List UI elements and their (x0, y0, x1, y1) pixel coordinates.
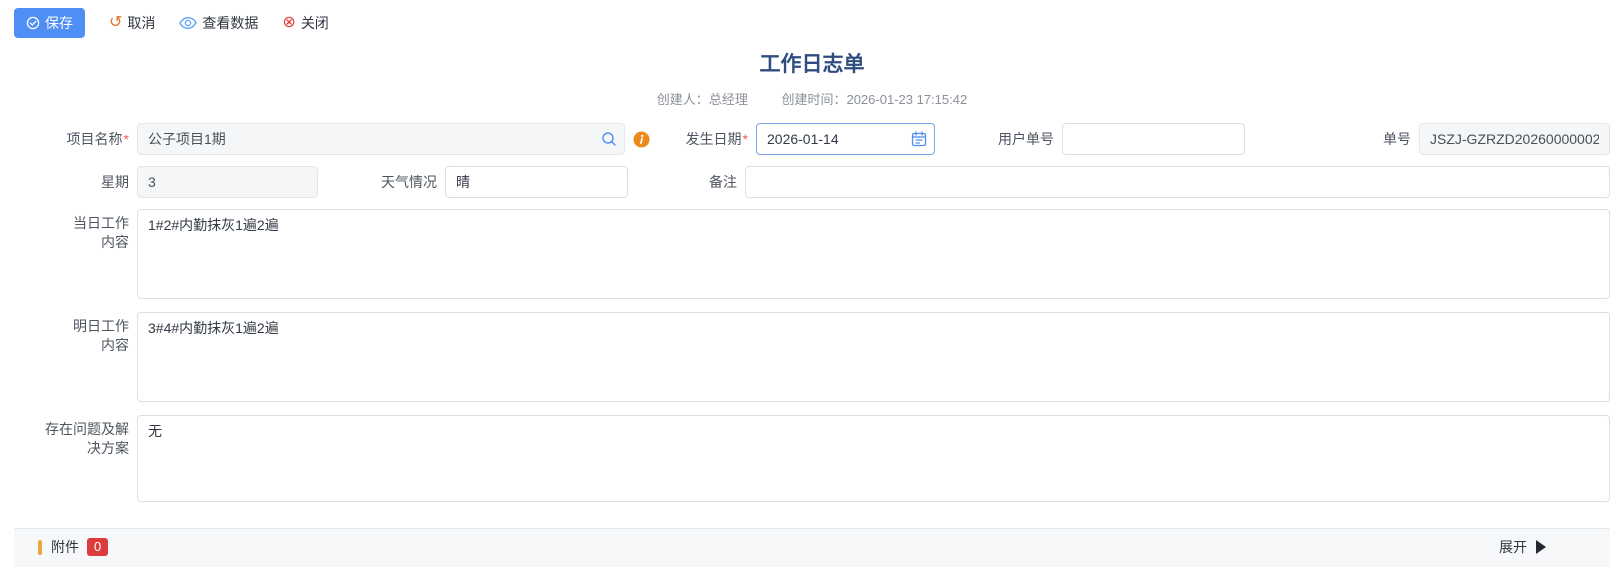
view-data-button-label: 查看数据 (202, 13, 258, 33)
required-mark: * (743, 131, 748, 147)
weather-label: 天气情况 (318, 173, 445, 192)
created-time-label: 创建时间： (781, 92, 846, 107)
toolbar: 保存 ↺ 取消 查看数据 ⊗ 关闭 (0, 0, 1624, 46)
close-circle-icon: ⊗ (282, 15, 295, 31)
weekday-label: 星期 (0, 173, 137, 192)
expand-label: 展开 (1499, 537, 1527, 557)
work-log-form: 项目名称* 发生日期* 用户单号 单号 星期 (0, 123, 1624, 502)
expand-toggle[interactable]: 展开 (1499, 537, 1546, 557)
remark-input[interactable] (745, 166, 1610, 198)
save-button[interactable]: 保存 (14, 8, 85, 38)
expand-arrow-icon (1536, 540, 1546, 554)
user-order-no-input[interactable] (1062, 123, 1245, 155)
close-button-label: 关闭 (301, 13, 329, 33)
form-row-today-work: 当日工作 内容 1#2#内勤抹灰1遍2遍 (0, 209, 1624, 299)
form-row-tomorrow-work: 明日工作 内容 3#4#内勤抹灰1遍2遍 (0, 312, 1624, 402)
occur-date-input[interactable] (756, 123, 935, 155)
project-name-input[interactable] (137, 123, 625, 155)
today-work-textarea[interactable]: 1#2#内勤抹灰1遍2遍 (137, 209, 1610, 299)
remark-label: 备注 (628, 173, 745, 192)
creator-value: 总经理 (709, 92, 748, 107)
occur-date-label: 发生日期* (650, 130, 756, 149)
creator-label: 创建人： (657, 92, 709, 107)
eye-icon (179, 16, 197, 30)
cancel-button-label: 取消 (127, 13, 155, 33)
weather-input[interactable] (445, 166, 628, 198)
attachments-label: 附件 (51, 537, 79, 557)
close-button[interactable]: ⊗ 关闭 (282, 13, 328, 33)
tomorrow-work-textarea[interactable]: 3#4#内勤抹灰1遍2遍 (137, 312, 1610, 402)
required-mark: * (124, 131, 129, 147)
check-circle-icon (26, 16, 40, 30)
view-data-button[interactable]: 查看数据 (179, 13, 258, 33)
save-button-label: 保存 (45, 13, 73, 33)
info-icon[interactable] (633, 131, 650, 148)
created-time-value: 2026-01-23 17:15:42 (846, 92, 967, 107)
cancel-button[interactable]: ↺ 取消 (109, 13, 155, 33)
user-order-no-label: 用户单号 (935, 130, 1062, 149)
attachments-section-header[interactable]: 附件 0 展开 (14, 528, 1610, 566)
search-icon[interactable] (601, 131, 617, 147)
undo-icon: ↺ (109, 15, 122, 31)
weekday-input (137, 166, 318, 198)
section-marker (38, 540, 42, 555)
form-row-problems: 存在问题及解 决方案 无 (0, 415, 1624, 502)
problems-textarea[interactable]: 无 (137, 415, 1610, 502)
form-row-2: 星期 天气情况 备注 (0, 166, 1624, 198)
calendar-icon[interactable] (911, 131, 927, 147)
tomorrow-work-label: 明日工作 内容 (0, 312, 137, 355)
page-title: 工作日志单 (0, 50, 1624, 79)
create-meta: 创建人：总经理 创建时间：2026-01-23 17:15:42 (0, 91, 1624, 109)
today-work-label: 当日工作 内容 (0, 209, 137, 252)
problems-label: 存在问题及解 决方案 (0, 415, 137, 458)
attachments-count-badge: 0 (87, 538, 108, 556)
order-no-label: 单号 (1245, 130, 1419, 149)
project-name-label: 项目名称* (0, 130, 137, 149)
form-row-1: 项目名称* 发生日期* 用户单号 单号 (0, 123, 1624, 155)
order-no-input (1419, 123, 1610, 155)
